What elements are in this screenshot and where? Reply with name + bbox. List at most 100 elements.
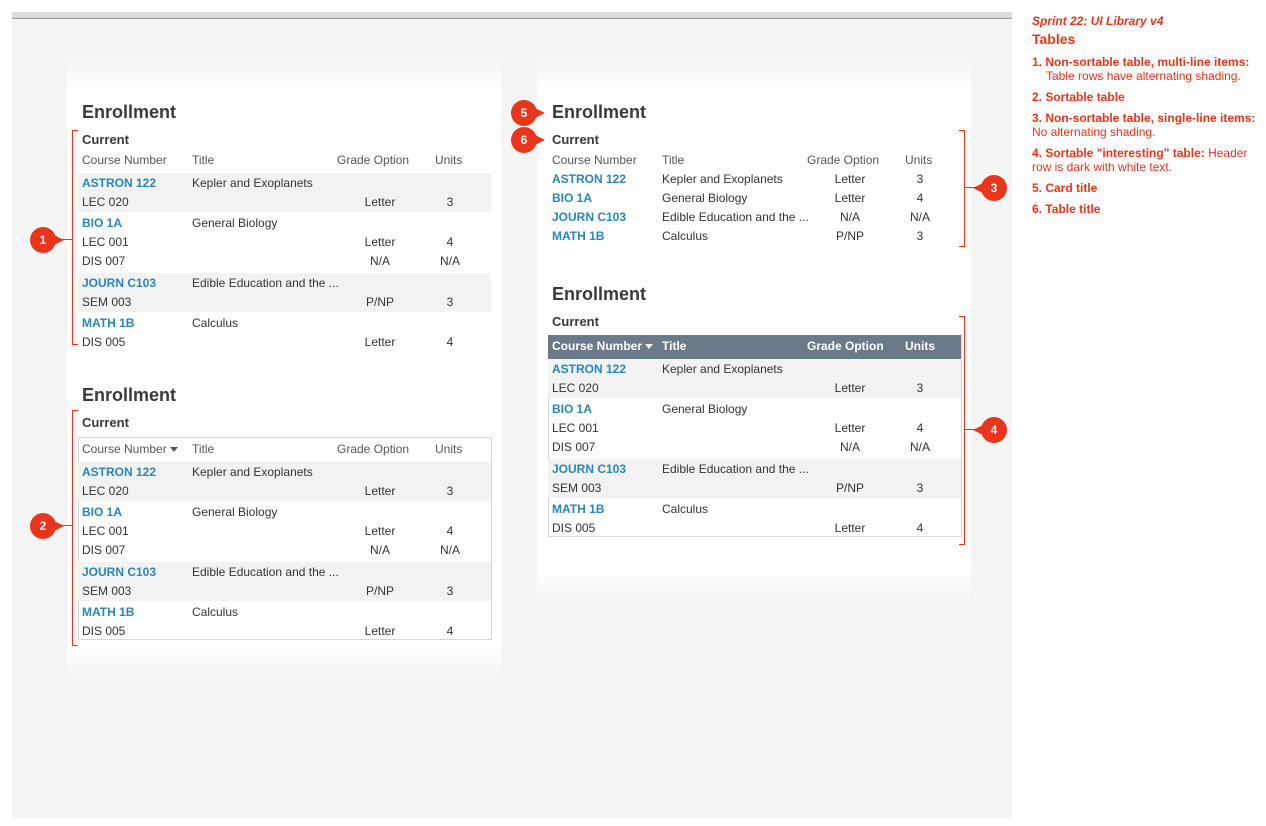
column-header-course[interactable]: Course Number xyxy=(82,442,178,456)
units-value: 4 xyxy=(446,235,454,249)
grade-option: Letter xyxy=(834,421,866,435)
course-section: DIS 007 xyxy=(82,254,126,268)
course-title: General Biology xyxy=(192,505,278,519)
course-link[interactable]: ASTRON 122 xyxy=(552,362,626,376)
grade-option: Letter xyxy=(364,484,396,498)
column-header-grade[interactable]: Grade Option xyxy=(807,339,884,353)
course-title: General Biology xyxy=(662,191,748,205)
column-header-grade: Grade Option xyxy=(807,153,880,167)
column-header-units[interactable]: Units xyxy=(435,442,462,456)
course-link[interactable]: BIO 1A xyxy=(82,216,122,230)
course-title: Kepler and Exoplanets xyxy=(662,362,783,376)
card-title: Enrollment xyxy=(552,102,647,122)
grade-option: Letter xyxy=(364,335,396,349)
sort-desc-icon xyxy=(169,447,178,453)
course-title: Kepler and Exoplanets xyxy=(192,465,313,479)
grade-option: P/NP xyxy=(365,295,395,309)
course-section: DIS 007 xyxy=(552,440,596,454)
column-header-title: Title xyxy=(192,153,215,167)
note-description: No alternating shading. xyxy=(1032,125,1156,139)
course-section: DIS 007 xyxy=(82,543,126,557)
course-link[interactable]: MATH 1B xyxy=(552,502,604,516)
column-header-course: Course Number xyxy=(82,153,167,167)
note-label: 5. Card title xyxy=(1032,181,1098,195)
course-title: Calculus xyxy=(662,229,709,243)
note-description: Table rows have alternating shading. xyxy=(1046,69,1241,83)
course-link[interactable]: BIO 1A xyxy=(82,505,122,519)
course-link[interactable]: JOURN C103 xyxy=(82,276,156,290)
column-header-course[interactable]: Course Number xyxy=(552,339,654,353)
note-item: 3. Non-sortable table, single-line items… xyxy=(1032,111,1262,139)
grade-option: Letter xyxy=(834,521,866,535)
course-section: SEM 003 xyxy=(82,295,132,309)
course-link[interactable]: BIO 1A xyxy=(552,402,592,416)
table-title: Current xyxy=(552,132,599,147)
table-title: Current xyxy=(82,415,129,430)
course-title: Calculus xyxy=(192,316,239,330)
note-label: 4. Sortable "interesting" table: xyxy=(1032,146,1205,160)
units-value: 4 xyxy=(446,335,454,349)
units-value: 3 xyxy=(446,584,454,598)
course-section: SEM 003 xyxy=(82,584,132,598)
grade-option: P/NP xyxy=(835,229,865,243)
units-value: N/A xyxy=(439,254,461,268)
course-link[interactable]: JOURN C103 xyxy=(82,565,156,579)
annotation-marker-3: 3 xyxy=(973,175,1007,201)
column-header-grade[interactable]: Grade Option xyxy=(337,442,409,456)
course-link[interactable]: MATH 1B xyxy=(82,316,134,330)
grade-option: Letter xyxy=(364,524,396,538)
annotation-marker-1: 1 xyxy=(30,227,64,253)
annotation-marker-4: 4 xyxy=(973,417,1007,443)
grade-option: Letter xyxy=(834,191,866,205)
course-link[interactable]: MATH 1B xyxy=(82,605,134,619)
course-section: SEM 003 xyxy=(552,481,602,495)
notes-panel: Sprint 22: UI Library v4 Tables 1. Non-s… xyxy=(1032,14,1262,223)
course-title: Kepler and Exoplanets xyxy=(192,176,313,190)
note-item: 6. Table title xyxy=(1032,202,1262,216)
column-header-title: Title xyxy=(662,153,685,167)
units-value: 3 xyxy=(916,381,924,395)
column-header-title[interactable]: Title xyxy=(192,442,214,456)
grade-option: Letter xyxy=(364,235,396,249)
units-value: 4 xyxy=(916,521,924,535)
course-section: LEC 001 xyxy=(552,421,599,435)
course-section: LEC 001 xyxy=(82,235,129,249)
units-value: 4 xyxy=(446,524,454,538)
grade-option: Letter xyxy=(834,381,866,395)
units-value: 4 xyxy=(916,421,924,435)
course-link[interactable]: JOURN C103 xyxy=(552,210,626,224)
units-value: 3 xyxy=(446,484,454,498)
note-label: 1. Non-sortable table, multi-line items: xyxy=(1032,55,1250,69)
units-value: 4 xyxy=(916,191,924,205)
course-link[interactable]: ASTRON 122 xyxy=(82,176,156,190)
grade-option: P/NP xyxy=(365,584,395,598)
note-label: 2. Sortable table xyxy=(1032,90,1125,104)
annotation-bracket xyxy=(959,316,965,545)
course-title: General Biology xyxy=(192,216,278,230)
table-title: Current xyxy=(82,132,129,147)
grade-option: Letter xyxy=(834,172,866,186)
units-value: N/A xyxy=(909,440,931,454)
course-title: Kepler and Exoplanets xyxy=(662,172,783,186)
course-title: Calculus xyxy=(192,605,239,619)
grade-option: Letter xyxy=(364,195,396,209)
course-link[interactable]: MATH 1B xyxy=(552,229,604,243)
course-link[interactable]: ASTRON 122 xyxy=(82,465,156,479)
annotation-marker-6: 6 xyxy=(511,127,545,153)
column-header-units[interactable]: Units xyxy=(905,339,935,353)
units-value: N/A xyxy=(909,210,931,224)
column-header-title[interactable]: Title xyxy=(662,339,686,353)
annotation-bracket xyxy=(72,130,78,345)
note-item: 5. Card title xyxy=(1032,181,1262,195)
units-value: 3 xyxy=(916,481,924,495)
course-title: Edible Education and the ... xyxy=(662,210,809,224)
course-link[interactable]: BIO 1A xyxy=(552,191,592,205)
grade-option: Letter xyxy=(364,624,396,638)
column-header-units: Units xyxy=(905,153,933,167)
units-value: 4 xyxy=(446,624,454,638)
note-label: 3. Non-sortable table, single-line items… xyxy=(1032,111,1256,125)
units-value: 3 xyxy=(916,172,924,186)
course-link[interactable]: JOURN C103 xyxy=(552,462,626,476)
course-link[interactable]: ASTRON 122 xyxy=(552,172,626,186)
card-title: Enrollment xyxy=(82,385,177,405)
